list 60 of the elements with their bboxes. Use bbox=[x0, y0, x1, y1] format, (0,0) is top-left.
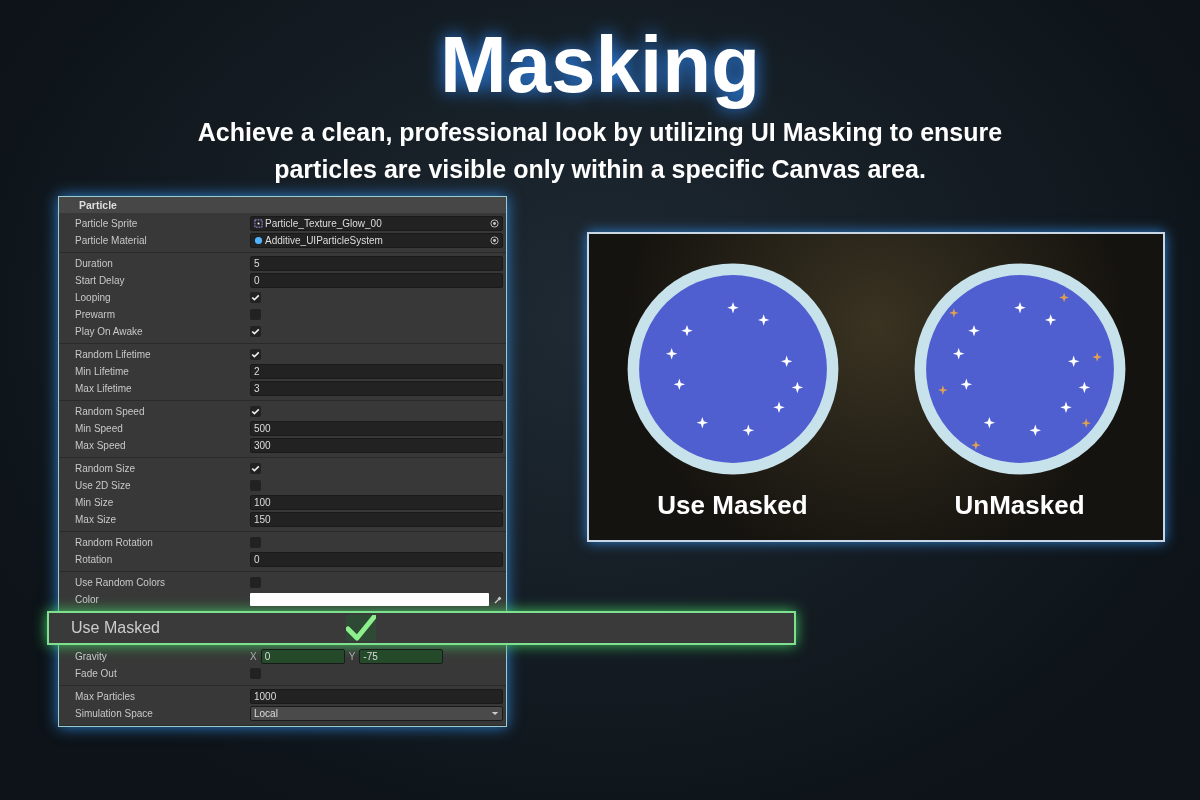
caption: UnMasked bbox=[954, 489, 1085, 521]
field-label: Prewarm bbox=[75, 309, 116, 320]
sphere-icon bbox=[254, 236, 263, 245]
field-label: Max Speed bbox=[75, 440, 127, 451]
field-label: Duration bbox=[75, 258, 114, 269]
input-field[interactable]: 100 bbox=[250, 495, 503, 510]
object-field[interactable]: Additive_UIParticleSystem bbox=[250, 233, 503, 248]
field-label: Gravity bbox=[75, 651, 108, 662]
input-field[interactable]: 2 bbox=[250, 364, 503, 379]
dropdown[interactable]: Local bbox=[250, 706, 503, 721]
input-field[interactable]: 5 bbox=[250, 256, 503, 271]
input-field[interactable]: 3 bbox=[250, 381, 503, 396]
field-label: Use Masked bbox=[71, 619, 161, 637]
input-field[interactable]: 0 bbox=[250, 552, 503, 567]
eyedropper-icon[interactable] bbox=[493, 594, 503, 605]
field-label: Rotation bbox=[75, 554, 114, 565]
field-label: Random Size bbox=[75, 463, 137, 474]
input-field[interactable]: 0 bbox=[260, 649, 345, 664]
headline: Masking bbox=[439, 22, 761, 108]
input-field[interactable]: 1000 bbox=[250, 689, 503, 704]
field-label: Min Speed bbox=[75, 423, 124, 434]
field-label: Looping bbox=[75, 292, 112, 303]
checkbox[interactable] bbox=[250, 406, 261, 417]
field-label: Particle Sprite bbox=[75, 218, 139, 229]
field-label: Start Delay bbox=[75, 275, 126, 286]
check-icon bbox=[346, 615, 376, 641]
field-label: Use 2D Size bbox=[75, 480, 132, 491]
field-label: Max Particles bbox=[75, 691, 136, 702]
checkbox[interactable] bbox=[250, 326, 261, 337]
checkbox[interactable] bbox=[250, 349, 261, 360]
field-label: Max Lifetime bbox=[75, 383, 133, 394]
subtitle: Achieve a clean, professional look by utilizing UI Masking to ensure particles are visible only within a specific Canvas area. bbox=[196, 117, 1004, 185]
caret-icon bbox=[491, 711, 499, 716]
field-label: Use Random Colors bbox=[75, 577, 167, 588]
field-label: Max Size bbox=[75, 514, 118, 525]
checkbox[interactable] bbox=[250, 463, 261, 474]
field-label: Simulation Space bbox=[75, 708, 154, 719]
caption: Use Masked bbox=[657, 489, 808, 521]
object-field[interactable]: Particle_Texture_Glow_00 bbox=[250, 216, 503, 231]
field-label: Random Rotation bbox=[75, 537, 154, 548]
checkbox[interactable] bbox=[346, 615, 376, 641]
input-field[interactable]: 150 bbox=[250, 512, 503, 527]
input-field[interactable]: -75 bbox=[359, 649, 444, 664]
input-field[interactable]: 0 bbox=[250, 273, 503, 288]
field-label: Min Size bbox=[75, 497, 115, 508]
axis-label: Y bbox=[348, 651, 356, 662]
field-label: Random Speed bbox=[75, 406, 146, 417]
color-swatch[interactable] bbox=[250, 593, 489, 606]
section-header: Particle bbox=[59, 197, 506, 213]
input-field[interactable]: 500 bbox=[250, 421, 503, 436]
checkbox[interactable] bbox=[250, 292, 261, 303]
axis-label: X bbox=[250, 651, 257, 662]
field-label: Particle Material bbox=[75, 235, 148, 246]
field-label: Random Lifetime bbox=[75, 349, 152, 360]
sprite-icon bbox=[254, 219, 263, 228]
field-label: Min Lifetime bbox=[75, 366, 130, 377]
field-label: Play On Awake bbox=[75, 326, 144, 337]
field-label: Color bbox=[75, 594, 100, 605]
input-field[interactable]: 300 bbox=[250, 438, 503, 453]
field-label: Fade Out bbox=[75, 668, 118, 679]
